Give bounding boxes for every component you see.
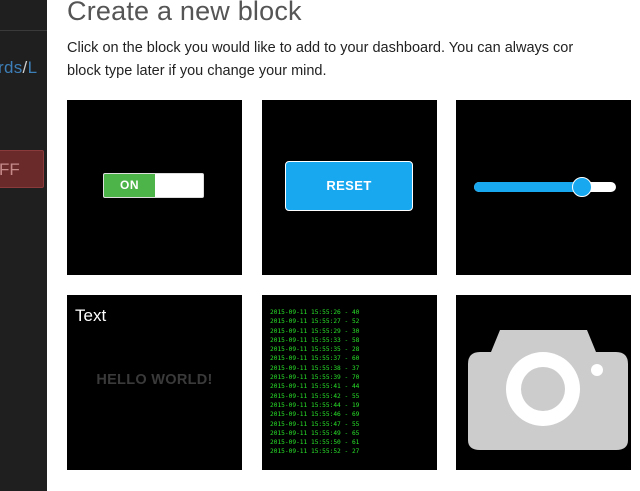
modal-title: Create a new block [67,0,302,26]
terminal-log: 2015-09-11 15:55:26 - 40 2015-09-11 15:55… [270,308,359,457]
block-option-terminal[interactable]: 2015-09-11 15:55:26 - 40 2015-09-11 15:55… [262,295,437,470]
log-line: 2015-09-11 15:55:46 - 69 [270,411,360,419]
block-option-slider[interactable] [456,100,631,275]
log-line: 2015-09-11 15:55:50 - 61 [270,439,360,447]
toggle-on-label: ON [104,174,155,197]
off-button[interactable]: FF [0,150,44,188]
create-block-modal: Create a new block Click on the block yo… [47,0,640,491]
text-block-sample: HELLO WORLD! [96,372,213,388]
block-option-button[interactable]: RESET [262,100,437,275]
log-line: 2015-09-11 15:55:35 - 28 [270,346,360,354]
log-line: 2015-09-11 15:55:27 - 52 [270,318,360,326]
log-line: 2015-09-11 15:55:33 - 58 [270,336,360,344]
log-line: 2015-09-11 15:55:38 - 37 [270,364,360,372]
log-line: 2015-09-11 15:55:49 - 65 [270,429,360,437]
log-line: 2015-09-11 15:55:47 - 55 [270,420,360,428]
camera-icon [468,330,628,450]
log-line: 2015-09-11 15:55:37 - 60 [270,355,360,363]
block-option-toggle[interactable]: ON [67,100,242,275]
log-line: 2015-09-11 15:55:44 - 19 [270,401,360,409]
breadcrumb: rds/L [0,58,37,78]
block-option-image[interactable] [456,295,631,470]
slider-fill [474,182,582,192]
log-line: 2015-09-11 15:55:39 - 70 [270,374,360,382]
slider-knob [571,177,592,197]
log-line: 2015-09-11 15:55:29 - 30 [270,327,360,335]
reset-button-preview: RESET [285,161,413,211]
log-line: 2015-09-11 15:55:42 - 55 [270,392,360,400]
text-block-label: Text [75,306,107,325]
slider-track [474,182,616,192]
background-page: rds/L FF [0,0,47,491]
block-option-text[interactable]: Text HELLO WORLD! [67,295,242,470]
description-line-1: Click on the block you would like to add… [67,40,574,56]
description-line-2: block type later if you change your mind… [67,63,327,79]
log-line: 2015-09-11 15:55:41 - 44 [270,383,360,391]
log-line: 2015-09-11 15:55:26 - 40 [270,309,360,316]
divider [0,30,47,31]
modal-description: Click on the block you would like to add… [67,37,640,83]
log-line: 2015-09-11 15:55:52 - 27 [270,448,360,456]
breadcrumb-link-dashboards[interactable]: rds [0,58,23,77]
toggle-switch-preview: ON [103,173,204,198]
breadcrumb-link-current[interactable]: L [28,58,38,77]
